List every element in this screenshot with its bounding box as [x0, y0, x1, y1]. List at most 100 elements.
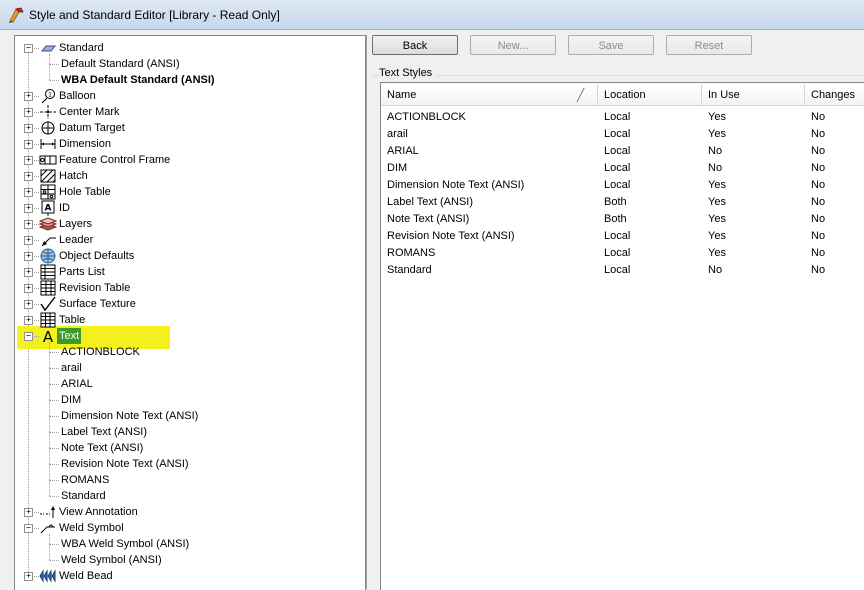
tree-node-weld-symbol[interactable]: − Weld Symbol	[15, 520, 363, 536]
collapse-icon[interactable]: −	[24, 332, 33, 341]
tree-node-standard[interactable]: − Standard	[15, 40, 363, 56]
app-icon	[9, 7, 24, 23]
tree-leaf-wba-default-standard-ansi[interactable]: WBA Default Standard (ANSI)	[15, 72, 363, 88]
sort-indicator-icon: ╱	[577, 88, 585, 102]
collapse-icon[interactable]: −	[24, 524, 33, 533]
tree-leaf-note-text-ansi[interactable]: Note Text (ANSI)	[15, 440, 363, 456]
location-cell: Local	[604, 128, 631, 140]
tree-connector	[49, 432, 59, 433]
tree-leaf-default-standard-ansi[interactable]: Default Standard (ANSI)	[15, 56, 363, 72]
column-header-in-use[interactable]: In Use	[702, 85, 805, 105]
tree-node-label: View Annotation	[59, 506, 138, 518]
list-row[interactable]: Note Text (ANSI) Both Yes No	[381, 211, 864, 228]
tree-node-table[interactable]: + Table	[15, 312, 363, 328]
expand-icon[interactable]: +	[24, 508, 33, 517]
tree-node-surface-texture[interactable]: + Surface Texture	[15, 296, 363, 312]
expand-icon[interactable]: +	[24, 284, 33, 293]
tree-leaf-wba-weld-symbol-ansi[interactable]: WBA Weld Symbol (ANSI)	[15, 536, 363, 552]
tree-node-leader[interactable]: + Leader	[15, 232, 363, 248]
tree-node-hatch[interactable]: + Hatch	[15, 168, 363, 184]
list-row[interactable]: Standard Local No No	[381, 262, 864, 279]
tree-leaf-weld-symbol-ansi[interactable]: Weld Symbol (ANSI)	[15, 552, 363, 568]
tree-leaf-label-text-ansi[interactable]: Label Text (ANSI)	[15, 424, 363, 440]
panel-splitter[interactable]	[366, 35, 367, 589]
tree-node-label: Weld Symbol	[59, 522, 124, 534]
expand-icon[interactable]: +	[24, 108, 33, 117]
expand-icon[interactable]: +	[24, 156, 33, 165]
list-row[interactable]: Revision Note Text (ANSI) Local Yes No	[381, 228, 864, 245]
expand-icon[interactable]: +	[24, 140, 33, 149]
tree-leaf-dim[interactable]: DIM	[15, 392, 363, 408]
tree-leaf-label: WBA Default Standard (ANSI)	[61, 74, 215, 86]
name-cell: ACTIONBLOCK	[387, 111, 466, 123]
in-use-cell: No	[708, 264, 723, 276]
tree-node-label: Revision Table	[59, 282, 131, 294]
tree-node-balloon[interactable]: +1 Balloon	[15, 88, 363, 104]
style-tree[interactable]: − Standard Default Standard (ANSI) WBA Defa…	[14, 35, 366, 590]
expand-icon[interactable]: +	[24, 124, 33, 133]
tree-leaf-arail[interactable]: arail	[15, 360, 363, 376]
collapse-icon[interactable]: −	[24, 44, 33, 53]
save-button[interactable]: Save	[568, 35, 654, 55]
tree-node-object-defaults[interactable]: + Object Defaults	[15, 248, 363, 264]
tree-node-parts-list[interactable]: + Parts List	[15, 264, 363, 280]
tree-node-weld-bead[interactable]: + Weld Bead	[15, 568, 363, 584]
expand-icon[interactable]: +	[24, 220, 33, 229]
changes-cell: No	[811, 196, 826, 208]
tree-node-datum-target[interactable]: + Datum Target	[15, 120, 363, 136]
tree-node-revision-table[interactable]: + Revision Table	[15, 280, 363, 296]
tree-leaf-arial[interactable]: ARIAL	[15, 376, 363, 392]
expand-icon[interactable]: +	[24, 92, 33, 101]
list-row[interactable]: ARIAL Local No No	[381, 143, 864, 160]
column-header-location[interactable]: Location	[598, 85, 702, 105]
text-styles-list[interactable]: Name ╱ Location In Use Changes ACTIONBLO…	[380, 82, 864, 590]
tree-leaf-actionblock[interactable]: ACTIONBLOCK	[15, 344, 363, 360]
tree-leaf-romans[interactable]: ROMANS	[15, 472, 363, 488]
tree-node-label: Parts List	[59, 266, 105, 278]
tree-leaf-revision-note-text-ansi[interactable]: Revision Note Text (ANSI)	[15, 456, 363, 472]
tree-leaf-standard[interactable]: Standard	[15, 488, 363, 504]
tree-node-label: Feature Control Frame	[59, 154, 171, 166]
list-row[interactable]: arail Local Yes No	[381, 126, 864, 143]
tree-node-label: Dimension	[59, 138, 111, 150]
list-row[interactable]: ACTIONBLOCK Local Yes No	[381, 109, 864, 126]
leader-icon	[39, 232, 57, 248]
location-cell: Local	[604, 264, 631, 276]
tree-node-hole-table[interactable]: + Hole Table	[15, 184, 363, 200]
expand-icon[interactable]: +	[24, 316, 33, 325]
tree-node-layers[interactable]: + Layers	[15, 216, 363, 232]
expand-icon[interactable]: +	[24, 236, 33, 245]
tree-node-text[interactable]: − A Text	[15, 328, 363, 346]
list-row[interactable]: Label Text (ANSI) Both Yes No	[381, 194, 864, 211]
expand-icon[interactable]: +	[24, 172, 33, 181]
location-cell: Local	[604, 230, 631, 242]
back-button[interactable]: Back	[372, 35, 458, 55]
center-mark-icon	[39, 104, 57, 120]
window-title: Style and Standard Editor [Library - Rea…	[29, 7, 280, 22]
tree-leaf-label: DIM	[61, 394, 82, 406]
tree-connector	[49, 368, 59, 369]
list-row[interactable]: DIM Local No No	[381, 160, 864, 177]
tree-node-dimension[interactable]: + Dimension	[15, 136, 363, 152]
list-row[interactable]: ROMANS Local Yes No	[381, 245, 864, 262]
changes-cell: No	[811, 145, 826, 157]
expand-icon[interactable]: +	[24, 204, 33, 213]
column-header-changes[interactable]: Changes	[805, 85, 864, 105]
dimension-icon	[39, 136, 57, 152]
expand-icon[interactable]: +	[24, 268, 33, 277]
tree-node-id[interactable]: + A ID	[15, 200, 363, 216]
reset-button[interactable]: Reset	[666, 35, 752, 55]
expand-icon[interactable]: +	[24, 572, 33, 581]
new-button[interactable]: New...	[470, 35, 556, 55]
tree-leaf-dimension-note-text-ansi[interactable]: Dimension Note Text (ANSI)	[15, 408, 363, 424]
expand-icon[interactable]: +	[24, 188, 33, 197]
expand-icon[interactable]: +	[24, 252, 33, 261]
location-cell: Local	[604, 247, 631, 259]
tree-node-center-mark[interactable]: + Center Mark	[15, 104, 363, 120]
expand-icon[interactable]: +	[24, 300, 33, 309]
tree-node-feature-control-frame[interactable]: + Feature Control Frame	[15, 152, 363, 168]
list-row[interactable]: Dimension Note Text (ANSI) Local Yes No	[381, 177, 864, 194]
column-header-name[interactable]: Name	[381, 85, 598, 105]
tree-node-view-annotation[interactable]: + View Annotation	[15, 504, 363, 520]
group-label: Text Styles	[379, 67, 437, 79]
